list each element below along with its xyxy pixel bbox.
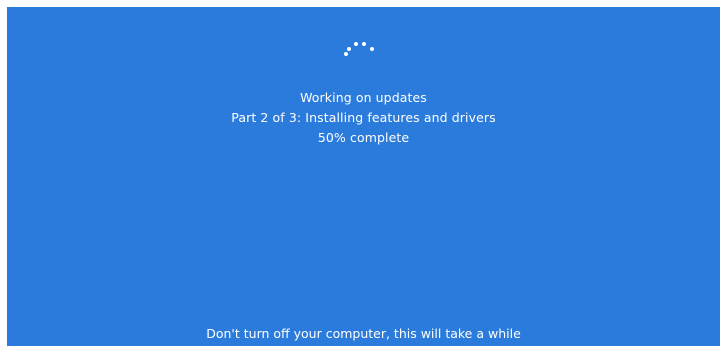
spinner-dot [362, 42, 366, 46]
status-part: Part 2 of 3: Installing features and dri… [231, 110, 496, 125]
progress-text: 50% complete [317, 130, 410, 145]
status-text-block: Working on updates Part 2 of 3: Installi… [7, 88, 720, 148]
power-warning-text: Don't turn off your computer, this will … [206, 326, 521, 341]
loading-spinner-icon [341, 39, 381, 69]
spinner-dot [347, 47, 351, 51]
spinner-dot [370, 47, 374, 51]
spinner-dot [354, 42, 358, 46]
update-screen: Working on updates Part 2 of 3: Installi… [7, 7, 720, 346]
status-title: Working on updates [300, 90, 427, 105]
spinner-dot [344, 52, 348, 56]
